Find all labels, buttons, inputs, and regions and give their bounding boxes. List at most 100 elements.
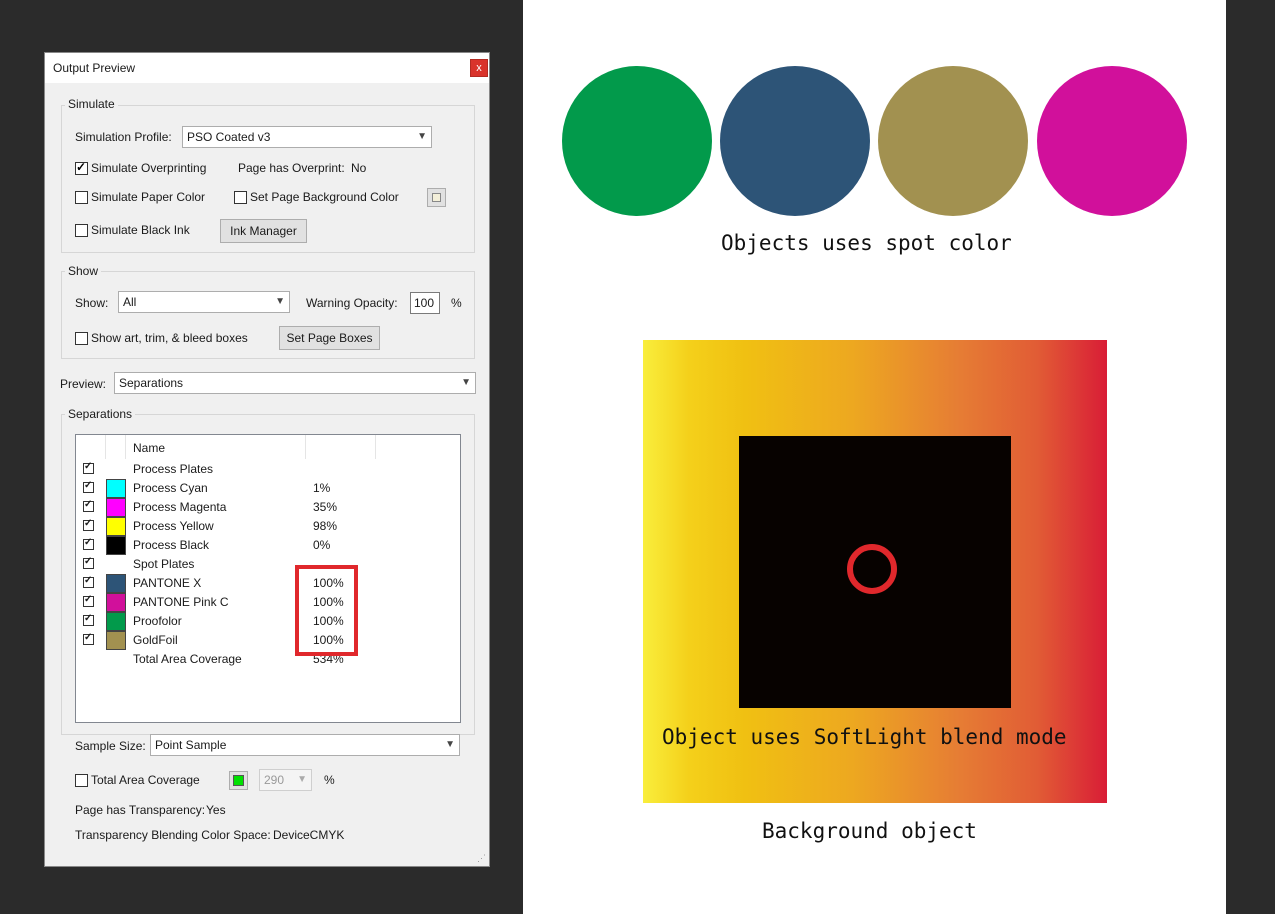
coverage-value-select[interactable]: 290 ▼ <box>259 769 312 791</box>
separation-checkbox[interactable] <box>83 575 94 588</box>
separation-row[interactable]: Process Black 0% <box>76 536 460 555</box>
separation-checkbox[interactable] <box>83 632 94 645</box>
column-name-label: Name <box>133 441 166 455</box>
blending-space-value: DeviceCMYK <box>273 828 345 842</box>
separation-checkbox[interactable] <box>83 499 94 512</box>
show-value: All <box>123 295 137 309</box>
warning-opacity-percent: % <box>451 296 462 310</box>
separation-checkbox[interactable] <box>83 537 94 550</box>
page-bg-color-swatch <box>432 193 441 202</box>
title-bar: Output Preview x <box>45 53 489 83</box>
spot-circle-blue <box>720 66 870 216</box>
artboard: Objects uses spot color Object uses Soft… <box>523 0 1226 914</box>
separation-value: 1% <box>313 481 331 495</box>
sample-size-value: Point Sample <box>155 738 227 752</box>
separation-row[interactable]: Process Cyan 1% <box>76 479 460 498</box>
separation-row[interactable]: Proofolor100% <box>76 612 460 631</box>
separation-name: Proofolor <box>133 614 182 628</box>
ink-swatch <box>106 498 126 517</box>
simulation-profile-label: Simulation Profile: <box>75 130 172 144</box>
ink-manager-button[interactable]: Ink Manager <box>220 219 307 243</box>
show-select[interactable]: All ▼ <box>118 291 290 313</box>
simulate-black-ink-label: Simulate Black Ink <box>91 223 190 237</box>
separation-name: Process Yellow <box>133 519 214 533</box>
highlight-rectangle <box>295 565 358 656</box>
separation-checkbox[interactable] <box>83 556 94 569</box>
separations-legend: Separations <box>65 407 136 421</box>
sample-size-label: Sample Size: <box>75 739 146 753</box>
blending-space-label: Transparency Blending Color Space: <box>75 828 271 842</box>
page-has-overprint-value: No <box>351 161 367 175</box>
separation-name: Total Area Coverage <box>133 652 242 666</box>
separation-row[interactable]: PANTONE Pink C100% <box>76 593 460 612</box>
warning-opacity-label: Warning Opacity: <box>306 296 398 310</box>
chevron-down-icon: ▼ <box>445 739 455 750</box>
simulate-paper-color-checkbox[interactable] <box>75 191 88 204</box>
output-preview-dialog: Output Preview x Simulate Simulation Pro… <box>44 52 490 867</box>
simulation-profile-value: PSO Coated v3 <box>187 130 271 144</box>
highlight-ring <box>847 544 897 594</box>
simulation-profile-select[interactable]: PSO Coated v3 ▼ <box>182 126 432 148</box>
coverage-percent: % <box>324 773 335 787</box>
chevron-down-icon: ▼ <box>275 296 285 307</box>
page-bg-color-swatch-button[interactable] <box>427 188 446 207</box>
separation-name: Process Cyan <box>133 481 208 495</box>
separation-value: 98% <box>313 519 338 533</box>
show-boxes-checkbox[interactable] <box>75 332 88 345</box>
warning-opacity-input[interactable]: 100 <box>410 292 440 314</box>
ink-swatch <box>106 631 126 650</box>
preview-select[interactable]: Separations ▼ <box>114 372 476 394</box>
page-has-transparency-value: Yes <box>206 803 226 817</box>
separations-list[interactable]: Name Process PlatesProcess Cyan1%Process… <box>75 434 461 723</box>
column-check <box>76 435 106 459</box>
separation-row[interactable]: Total Area Coverage 534% <box>76 650 460 669</box>
separation-checkbox[interactable] <box>83 461 94 474</box>
simulate-legend: Simulate <box>65 97 118 111</box>
separation-checkbox[interactable] <box>83 480 94 493</box>
separation-checkbox[interactable] <box>83 594 94 607</box>
ink-swatch <box>106 593 126 612</box>
simulate-black-ink-checkbox[interactable] <box>75 224 88 237</box>
separation-name: PANTONE X <box>133 576 202 590</box>
separation-checkbox[interactable] <box>83 518 94 531</box>
separation-name: GoldFoil <box>133 633 178 647</box>
page-has-overprint-label: Page has Overprint: <box>238 161 345 175</box>
set-page-boxes-button[interactable]: Set Page Boxes <box>279 326 380 350</box>
column-swatch <box>106 435 126 459</box>
set-page-bg-color-label: Set Page Background Color <box>250 190 399 204</box>
separation-name: Process Black <box>133 538 210 552</box>
softlight-caption: Object uses SoftLight blend mode <box>662 725 1067 749</box>
preview-value: Separations <box>119 376 184 390</box>
preview-label: Preview: <box>60 377 107 391</box>
simulate-overprinting-checkbox[interactable] <box>75 160 88 175</box>
close-button[interactable]: x <box>470 59 488 77</box>
simulate-overprinting-label: Simulate Overprinting <box>91 161 207 175</box>
separation-name: Process Plates <box>133 462 214 476</box>
ink-swatch <box>106 536 126 555</box>
show-label: Show: <box>75 296 109 310</box>
separation-row[interactable]: PANTONE X100% <box>76 574 460 593</box>
ink-swatch <box>106 574 126 593</box>
total-area-coverage-checkbox[interactable] <box>75 774 88 787</box>
column-value-header[interactable] <box>306 435 376 459</box>
chevron-down-icon: ▼ <box>417 131 427 142</box>
separation-value: 0% <box>313 538 331 552</box>
separation-row[interactable]: Process Yellow 98% <box>76 517 460 536</box>
background-caption: Background object <box>762 819 977 843</box>
separation-row[interactable]: Process Plates <box>76 460 460 479</box>
separation-row[interactable]: Spot Plates <box>76 555 460 574</box>
separation-checkbox[interactable] <box>83 613 94 626</box>
set-page-bg-color-checkbox[interactable] <box>234 191 247 204</box>
dialog-title: Output Preview <box>53 61 136 75</box>
column-name-header[interactable]: Name <box>126 435 306 459</box>
coverage-color-button[interactable] <box>229 771 248 790</box>
separation-row[interactable]: GoldFoil100% <box>76 631 460 650</box>
sample-size-select[interactable]: Point Sample ▼ <box>150 734 460 756</box>
page-has-transparency-label: Page has Transparency: <box>75 803 206 817</box>
separation-row[interactable]: Process Magenta 35% <box>76 498 460 517</box>
chevron-down-icon: ▼ <box>461 377 471 388</box>
show-legend: Show <box>65 264 102 278</box>
coverage-value: 290 <box>264 773 285 787</box>
separation-value: 35% <box>313 500 338 514</box>
resize-grip-icon[interactable]: ⋰ <box>477 853 487 863</box>
